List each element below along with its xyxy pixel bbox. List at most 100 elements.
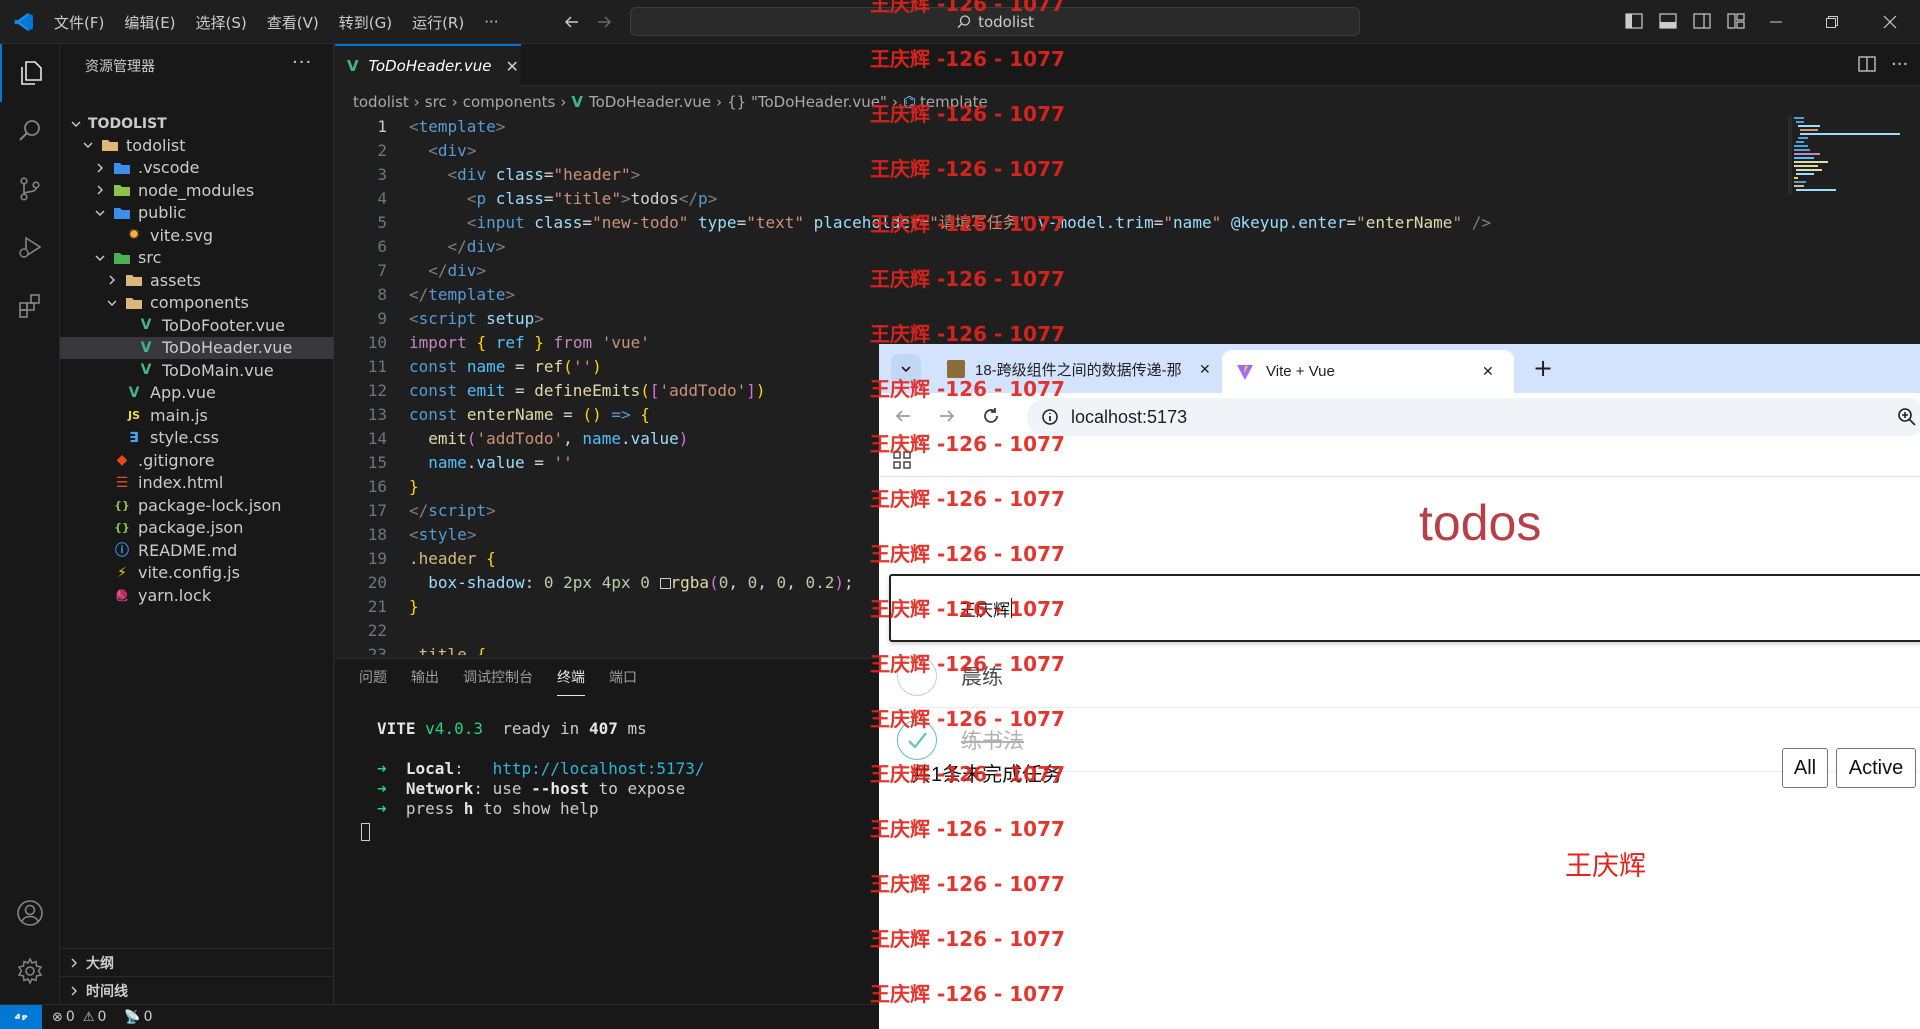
tree-item[interactable]: src [60, 247, 334, 270]
new-tab-icon[interactable]: + [1533, 354, 1553, 382]
split-editor-icon[interactable] [1857, 54, 1879, 76]
tree-item[interactable]: ⚡ vite.config.js [60, 562, 334, 585]
tree-item[interactable]: .vscode [60, 157, 334, 180]
toggle-primary-sidebar-icon[interactable] [1624, 11, 1646, 33]
source-control-icon[interactable] [0, 160, 60, 218]
tree-item[interactable]: public [60, 202, 334, 225]
filter-active-button[interactable]: Active [1836, 748, 1916, 788]
tree-item-label: src [138, 248, 162, 268]
extensions-icon[interactable] [0, 276, 60, 334]
tree-item[interactable]: todolist [60, 134, 334, 157]
menu-more[interactable]: ··· [484, 13, 498, 31]
tab-terminal[interactable]: 终端 [557, 659, 585, 696]
menu-file[interactable]: 文件(F) [54, 12, 104, 33]
search-icon[interactable] [0, 102, 60, 160]
toggle-secondary-sidebar-icon[interactable] [1692, 11, 1714, 33]
vue-file-icon: V [140, 317, 152, 334]
tree-item[interactable]: ∃ style.css [60, 427, 334, 450]
close-tab-icon[interactable]: ✕ [1482, 363, 1494, 380]
tree-item[interactable]: 🧶 yarn.lock [60, 584, 334, 607]
reload-icon[interactable] [981, 406, 1001, 426]
back-arrow-icon[interactable] [893, 406, 913, 426]
restore-icon[interactable] [1808, 0, 1856, 44]
menu-selection[interactable]: 选择(S) [196, 12, 247, 33]
tab-todoheader[interactable]: V ToDoHeader.vue ✕ [335, 44, 521, 86]
menu-bar: 文件(F) 编辑(E) 选择(S) 查看(V) 转到(G) 运行(R) ··· [54, 0, 519, 44]
problems-indicator[interactable]: ⊗ 0 ⚠ 0 [52, 1009, 106, 1025]
tree-item[interactable]: ✹ vite.svg [60, 224, 334, 247]
tree-item[interactable]: V ToDoMain.vue [60, 359, 334, 382]
vue-file-icon: V [140, 339, 152, 356]
tree-item-label: package.json [138, 518, 244, 538]
remote-indicator-icon[interactable] [0, 1004, 42, 1029]
zoom-icon[interactable] [1897, 407, 1917, 427]
back-arrow-icon[interactable] [560, 10, 584, 34]
close-tab-icon[interactable]: ✕ [1199, 361, 1211, 378]
tab-ports[interactable]: 端口 [609, 659, 637, 695]
breadcrumb-src[interactable]: src [425, 93, 447, 111]
explorer-more-button[interactable]: ··· [292, 52, 312, 73]
tree-item[interactable]: V ToDoFooter.vue [60, 314, 334, 337]
menu-run[interactable]: 运行(R) [412, 12, 464, 33]
filter-all-button[interactable]: All [1782, 748, 1828, 788]
tree-item-label: index.html [138, 473, 224, 493]
chevron-right-icon [92, 160, 108, 176]
breadcrumb-components[interactable]: components [463, 93, 556, 111]
menu-go[interactable]: 转到(G) [339, 12, 392, 33]
breadcrumb-todolist[interactable]: todolist [353, 93, 409, 111]
run-debug-icon[interactable] [0, 218, 60, 276]
minimize-icon[interactable] [1752, 0, 1800, 44]
watermark-text: 王庆辉 -126 - 1077 [870, 542, 1065, 566]
activity-bar [0, 44, 60, 1004]
tab-output[interactable]: 输出 [411, 659, 439, 695]
code-line: 8 </template> [377, 285, 515, 304]
menu-edit[interactable]: 编辑(E) [124, 12, 175, 33]
tree-item[interactable]: ⓘ README.md [60, 539, 334, 562]
vue-file-icon: V [140, 362, 152, 379]
more-actions-icon[interactable]: ··· [1891, 54, 1913, 76]
local-url[interactable]: http://localhost:5173/ [493, 759, 705, 778]
account-icon[interactable] [0, 884, 60, 942]
tree-item[interactable]: assets [60, 269, 334, 292]
terminal-output[interactable]: VITE v4.0.3 ready in 407 ms ➜ Local: htt… [361, 719, 705, 846]
forward-arrow-icon[interactable] [592, 10, 616, 34]
breadcrumb-module[interactable]: {} "ToDoHeader.vue" [727, 93, 887, 111]
tree-root-todolist[interactable]: TODOLIST [60, 110, 334, 137]
browser-tab-vite[interactable]: Vite + Vue ✕ [1222, 350, 1514, 393]
tree-item-label: yarn.lock [138, 585, 212, 605]
folder-icon [112, 158, 132, 178]
tree-item[interactable]: V App.vue [60, 382, 334, 405]
git-file-icon: ◆ [116, 452, 128, 469]
tree-item-label: node_modules [138, 180, 255, 200]
tree-item[interactable]: ◆ .gitignore [60, 449, 334, 472]
timeline-section[interactable]: 时间线 [60, 976, 334, 1004]
explorer-sidebar: 资源管理器 ··· TODOLIST todolist .vscode node_mo… [60, 44, 334, 1004]
outline-label: 大纲 [86, 955, 114, 972]
watermark-text: 王庆辉 -126 - 1077 [870, 652, 1065, 676]
tree-item[interactable]: ☰ index.html [60, 472, 334, 495]
explorer-icon[interactable] [0, 44, 60, 102]
tree-item[interactable]: {} package.json [60, 517, 334, 540]
customize-layout-icon[interactable] [1726, 11, 1748, 33]
tab-debug-console[interactable]: 调试控制台 [463, 659, 533, 695]
close-tab-icon[interactable]: ✕ [505, 57, 518, 76]
tab-problems[interactable]: 问题 [359, 659, 387, 695]
chevron-down-icon [80, 137, 96, 153]
tree-item[interactable]: node_modules [60, 179, 334, 202]
toggle-panel-icon[interactable] [1658, 11, 1680, 33]
tree-item[interactable]: {} package-lock.json [60, 494, 334, 517]
outline-section[interactable]: 大纲 [60, 948, 334, 976]
ports-indicator[interactable]: 📡 0 [124, 1009, 152, 1025]
tree-item[interactable]: JS main.js [60, 404, 334, 427]
forward-arrow-icon[interactable] [937, 406, 957, 426]
address-bar[interactable]: localhost:5173 [1027, 398, 1920, 436]
tree-item[interactable]: components [60, 292, 334, 315]
minimap[interactable] [1788, 115, 1908, 195]
tree-item[interactable]: V ToDoHeader.vue [60, 336, 334, 359]
close-window-icon[interactable] [1866, 0, 1914, 44]
breadcrumb-file[interactable]: ToDoHeader.vue [589, 93, 711, 111]
settings-gear-icon[interactable] [0, 942, 60, 1000]
menu-view[interactable]: 查看(V) [267, 12, 319, 33]
